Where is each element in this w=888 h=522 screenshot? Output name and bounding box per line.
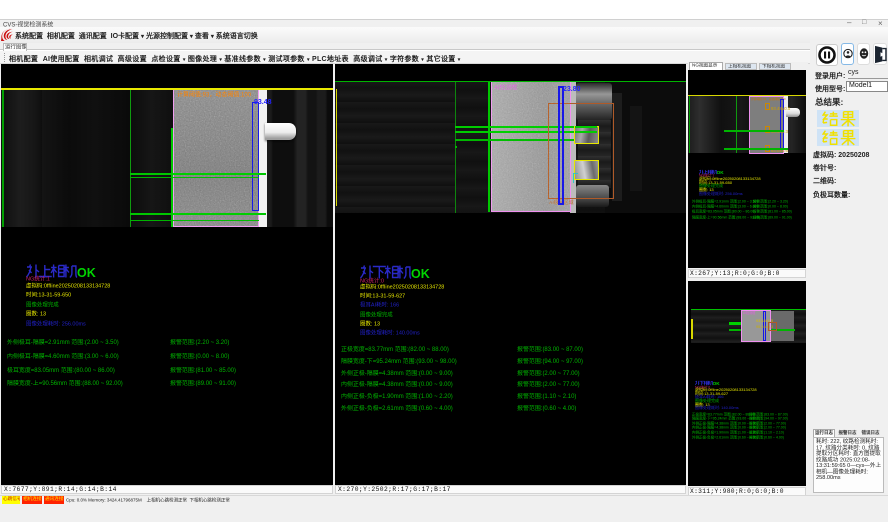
svg-text:OK: OK [717,170,725,175]
svg-text:OK: OK [713,381,721,386]
svg-text:OK: OK [77,266,96,279]
svg-text:OK: OK [411,267,430,280]
